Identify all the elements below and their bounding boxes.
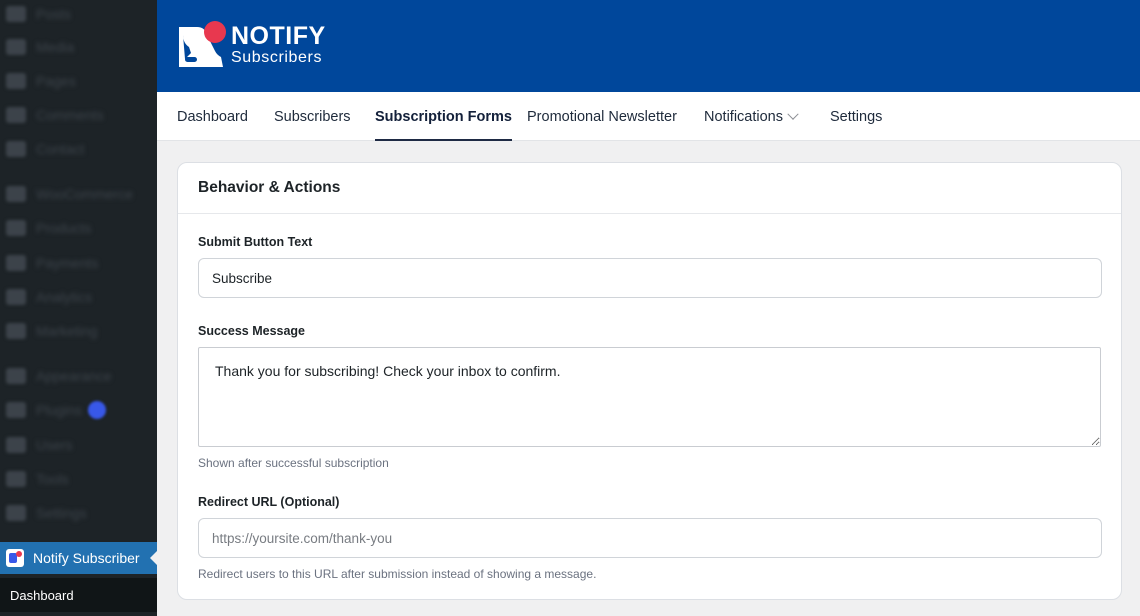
logo-line-2: Subscribers	[231, 49, 323, 66]
tab-dashboard[interactable]: Dashboard	[177, 92, 248, 141]
wp-menu-label: WooCommerce	[36, 186, 133, 202]
redirect-url-input[interactable]	[198, 518, 1102, 558]
tab-subscription-forms[interactable]: Subscription Forms	[375, 92, 512, 141]
notify-subscribers-logo[interactable]: NOTIFY Subscribers	[177, 19, 326, 69]
tab-notifications[interactable]: Notifications	[704, 92, 799, 141]
pin-icon	[6, 6, 26, 22]
wp-menu-label: Contact	[36, 141, 85, 157]
wp-menu-label: Marketing	[36, 323, 98, 339]
success-message-help: Shown after successful subscription	[198, 456, 389, 470]
wp-menu-payments[interactable]: Payments	[0, 249, 157, 277]
megaphone-icon	[6, 323, 26, 339]
notify-subscriber-icon	[6, 549, 24, 567]
comment-icon	[6, 107, 26, 123]
bell-logo-icon	[177, 19, 226, 69]
plugin-icon	[6, 402, 26, 418]
archive-icon	[6, 220, 26, 236]
media-icon	[6, 39, 26, 55]
card-icon	[6, 255, 26, 271]
redirect-url-help: Redirect users to this URL after submiss…	[198, 567, 597, 581]
logo-line-1: NOTIFY	[231, 22, 326, 50]
wp-menu-media[interactable]: Media	[0, 33, 157, 61]
wp-menu-label: Products	[36, 220, 92, 236]
wp-menu-label: Tools	[36, 471, 69, 487]
page-icon	[6, 73, 26, 89]
wp-menu-plugins[interactable]: Plugins	[0, 396, 157, 424]
mail-icon	[6, 141, 26, 157]
wp-menu-marketing[interactable]: Marketing	[0, 317, 157, 345]
chart-icon	[6, 289, 26, 305]
wp-menu-comments[interactable]: Comments	[0, 101, 157, 129]
wp-admin-sidebar: Posts Media Pages Comments Contact WooCo…	[0, 0, 158, 616]
wp-menu-label: Plugins	[36, 402, 82, 418]
woo-icon	[6, 186, 26, 202]
settings-icon	[6, 505, 26, 521]
wp-menu-label: Users	[36, 437, 73, 453]
wp-menu-products[interactable]: Products	[0, 214, 157, 242]
wp-menu-notify-subscriber[interactable]: Notify Subscriber	[0, 542, 158, 574]
logo-wordmark: NOTIFY Subscribers	[231, 22, 326, 67]
plugin-header: NOTIFY Subscribers	[157, 0, 1140, 92]
behavior-actions-card: Behavior & Actions Submit Button Text Su…	[177, 162, 1122, 600]
wp-menu-label: Comments	[36, 107, 104, 123]
wp-menu-label: Payments	[36, 255, 99, 271]
success-message-textarea[interactable]: Thank you for subscribing! Check your in…	[198, 347, 1101, 447]
wp-menu-label: Posts	[36, 6, 72, 22]
wp-menu-label: Appearance	[36, 368, 112, 384]
redirect-url-label: Redirect URL (Optional)	[198, 495, 340, 509]
chevron-down-icon	[787, 108, 799, 120]
wp-menu-label: Settings	[36, 505, 87, 521]
wp-menu-settings[interactable]: Settings	[0, 499, 157, 527]
submit-button-text-label: Submit Button Text	[198, 235, 313, 249]
success-message-label: Success Message	[198, 324, 306, 338]
tab-promotional-newsletter[interactable]: Promotional Newsletter	[527, 92, 677, 141]
submit-button-text-input[interactable]	[198, 258, 1102, 298]
wp-menu-woocommerce[interactable]: WooCommerce	[0, 180, 157, 208]
tab-subscribers[interactable]: Subscribers	[274, 92, 351, 141]
wp-menu-analytics[interactable]: Analytics	[0, 283, 157, 311]
tab-settings[interactable]: Settings	[830, 92, 882, 141]
tab-notifications-label: Notifications	[704, 108, 783, 125]
wp-menu-posts[interactable]: Posts	[0, 0, 157, 28]
wrench-icon	[6, 471, 26, 487]
wp-menu-label: Analytics	[36, 289, 93, 305]
wp-menu-appearance[interactable]: Appearance	[0, 362, 157, 390]
wp-menu-users[interactable]: Users	[0, 431, 157, 459]
brush-icon	[6, 368, 26, 384]
plugin-nav: Dashboard Subscribers Subscription Forms…	[157, 92, 1140, 141]
wp-menu-active-label: Notify Subscriber	[33, 550, 140, 566]
card-title: Behavior & Actions	[178, 163, 1121, 214]
wp-menu-label: Media	[36, 39, 75, 55]
update-count-badge	[87, 401, 106, 419]
wp-menu-contact[interactable]: Contact	[0, 135, 157, 163]
wp-menu-label: Pages	[36, 73, 76, 89]
wp-submenu-dashboard[interactable]: Dashboard	[0, 578, 157, 612]
wp-menu-pages[interactable]: Pages	[0, 67, 157, 95]
wp-menu-tools[interactable]: Tools	[0, 465, 157, 493]
user-icon	[6, 437, 26, 453]
